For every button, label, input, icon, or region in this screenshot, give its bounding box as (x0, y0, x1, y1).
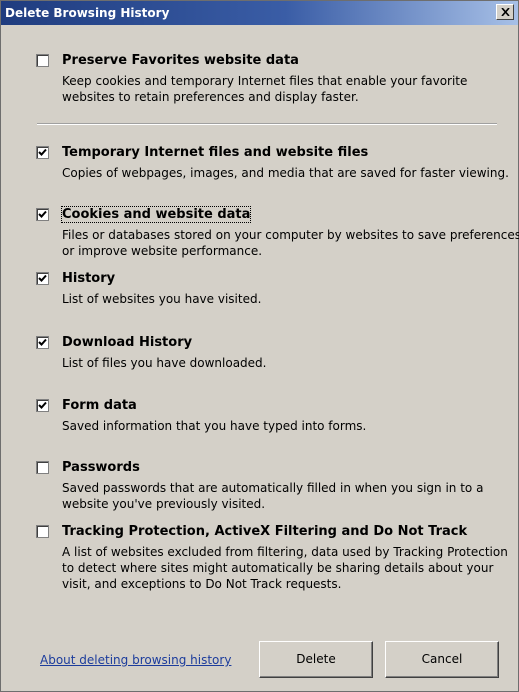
download-history-checkbox[interactable] (36, 336, 49, 349)
delete-button[interactable]: Delete (259, 641, 373, 678)
preserve-favorites-checkbox[interactable] (36, 54, 49, 67)
history-checkbox[interactable] (36, 272, 49, 285)
temporary-files-label[interactable]: Temporary Internet files and website fil… (62, 145, 368, 160)
passwords-description: Saved passwords that are automatically f… (62, 481, 484, 511)
download-history-label[interactable]: Download History (62, 335, 192, 350)
temporary-files-checkbox[interactable] (36, 146, 49, 159)
close-icon (500, 8, 510, 16)
checkmark-icon (38, 401, 47, 409)
cookies-checkbox[interactable] (36, 208, 49, 221)
preserve-favorites-label[interactable]: Preserve Favorites website data (62, 53, 299, 68)
checkmark-icon (38, 338, 47, 346)
history-description: List of websites you have visited. (62, 292, 262, 306)
passwords-checkbox[interactable] (36, 461, 49, 474)
history-label[interactable]: History (62, 271, 115, 286)
close-button[interactable] (496, 4, 514, 20)
checkmark-icon (38, 148, 47, 156)
checkmark-icon (38, 274, 47, 282)
checkmark-icon (38, 210, 47, 218)
cookies-description: Files or databases stored on your comput… (62, 228, 519, 258)
tracking-protection-description: A list of websites excluded from filteri… (62, 545, 508, 591)
tracking-protection-label[interactable]: Tracking Protection, ActiveX Filtering a… (62, 524, 467, 539)
preserve-favorites-description: Keep cookies and temporary Internet file… (62, 74, 468, 104)
title-bar: Delete Browsing History (1, 1, 518, 25)
divider (37, 123, 497, 125)
passwords-label[interactable]: Passwords (62, 460, 140, 475)
about-deleting-history-link[interactable]: About deleting browsing history (40, 653, 231, 667)
temporary-files-description: Copies of webpages, images, and media th… (62, 166, 509, 180)
tracking-protection-checkbox[interactable] (36, 525, 49, 538)
download-history-description: List of files you have downloaded. (62, 356, 267, 370)
dialog-title: Delete Browsing History (5, 6, 170, 20)
cancel-button[interactable]: Cancel (385, 641, 499, 678)
form-data-label[interactable]: Form data (62, 398, 137, 413)
form-data-description: Saved information that you have typed in… (62, 419, 367, 433)
delete-browsing-history-dialog: Delete Browsing History Preserve Favorit… (0, 0, 519, 692)
form-data-checkbox[interactable] (36, 399, 49, 412)
cookies-label[interactable]: Cookies and website data (60, 206, 252, 223)
